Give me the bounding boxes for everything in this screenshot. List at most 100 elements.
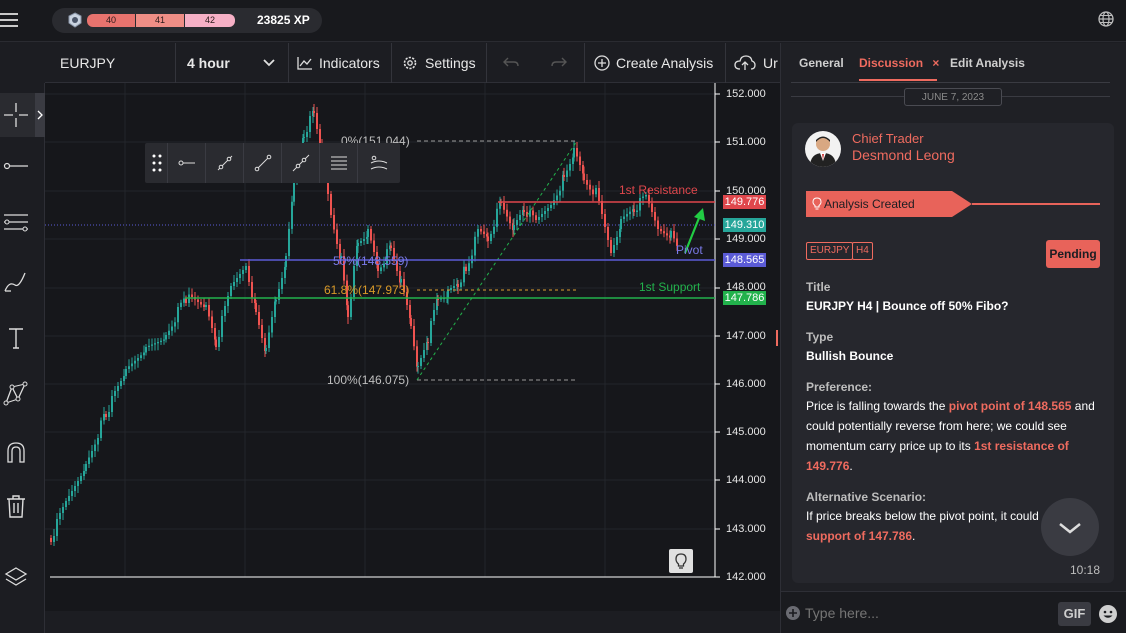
tab-edit-analysis[interactable]: Edit Analysis xyxy=(950,56,1025,70)
candle-body xyxy=(363,239,365,241)
timeframe-selector[interactable]: 4 hour xyxy=(187,43,279,83)
candle-body xyxy=(258,312,260,325)
chart-toolbar: EURJPY 4 hour Indicators Settings Create… xyxy=(45,43,780,83)
candle-body xyxy=(598,188,600,201)
candle-body xyxy=(56,519,58,536)
gif-button[interactable]: GIF xyxy=(1058,602,1091,626)
candle-body xyxy=(303,137,305,138)
layers-icon[interactable] xyxy=(3,565,29,591)
symbol-selector[interactable]: EURJPY xyxy=(60,43,115,83)
candle-body xyxy=(203,304,205,307)
candle-body xyxy=(474,236,476,256)
candle-body xyxy=(100,420,102,438)
type-value: Bullish Bounce xyxy=(806,349,894,363)
horizontal-ray-icon[interactable] xyxy=(3,153,29,179)
candle-body xyxy=(503,203,505,210)
level-badge-icon xyxy=(68,12,82,28)
candle-body xyxy=(180,302,182,307)
price-tick: 145.000 xyxy=(726,426,766,438)
emoji-icon[interactable] xyxy=(1098,604,1118,624)
close-icon[interactable]: × xyxy=(932,56,939,70)
pattern-icon[interactable] xyxy=(3,381,29,407)
level-41: 41 xyxy=(136,14,184,27)
date-separator: JUNE 7, 2023 xyxy=(904,88,1002,106)
candle-body xyxy=(306,132,308,137)
drag-handle-icon[interactable] xyxy=(152,154,162,172)
scroll-down-button[interactable] xyxy=(1041,498,1099,556)
price-chart[interactable]: 0%(151.044) 50%(148.559) 61.8%(147.973) … xyxy=(45,83,780,611)
draw-parallel-channel[interactable] xyxy=(357,143,400,183)
idea-button[interactable] xyxy=(669,549,693,573)
draw-extended-line[interactable] xyxy=(281,143,319,183)
candle-body xyxy=(245,266,247,270)
plus-circle-icon[interactable] xyxy=(785,605,801,621)
preference-text-part: . xyxy=(849,459,853,473)
chat-input-bar: GIF xyxy=(781,591,1126,633)
candle-body xyxy=(373,240,375,252)
candle-body xyxy=(427,342,429,343)
crosshair-tool[interactable] xyxy=(0,93,45,137)
candle-body xyxy=(660,229,662,232)
draw-horizontal-ray[interactable] xyxy=(167,143,205,183)
globe-icon[interactable] xyxy=(1097,10,1115,28)
candle-body xyxy=(316,113,318,129)
draw-fib-retracement[interactable] xyxy=(319,143,357,183)
candle-body xyxy=(114,391,116,396)
candle-body xyxy=(400,279,402,283)
trash-icon[interactable] xyxy=(3,493,29,519)
trend-line-icon xyxy=(217,155,233,171)
candle-body xyxy=(208,305,210,317)
undo-icon[interactable] xyxy=(503,57,519,69)
author-role: Chief Trader xyxy=(852,131,924,146)
price-tick: 144.000 xyxy=(726,474,766,486)
support-price-tag: 147.786 xyxy=(723,291,766,305)
candle-body xyxy=(360,241,362,243)
gear-icon xyxy=(403,56,417,70)
candle-body xyxy=(573,148,575,158)
candle-body xyxy=(148,345,150,347)
candle-body xyxy=(268,332,270,348)
candle-body xyxy=(529,210,531,217)
chevron-right-icon[interactable] xyxy=(35,93,45,137)
menu-icon[interactable] xyxy=(0,10,20,30)
candle-body xyxy=(367,229,369,237)
candle-body xyxy=(516,220,518,225)
magnet-icon[interactable] xyxy=(3,439,29,465)
candle-body xyxy=(610,240,612,253)
candle-body xyxy=(620,219,622,229)
avatar xyxy=(805,131,841,167)
tab-general[interactable]: General xyxy=(799,56,844,70)
xp-counter: 23825 XP xyxy=(257,13,310,27)
candle-body xyxy=(143,352,145,356)
redo-icon[interactable] xyxy=(551,57,567,69)
symbol-tag: EURJPY xyxy=(806,242,854,260)
candle-body xyxy=(151,344,153,346)
text-icon[interactable] xyxy=(3,325,29,351)
draw-line[interactable] xyxy=(243,143,281,183)
upload-button[interactable]: Ur xyxy=(734,43,780,83)
price-tick: 143.000 xyxy=(726,523,766,535)
candle-body xyxy=(123,376,125,381)
candle-body xyxy=(165,335,167,340)
brush-icon[interactable] xyxy=(3,269,29,295)
parallel-lines-icon[interactable] xyxy=(3,209,29,235)
candle-body xyxy=(236,278,238,282)
candle-body xyxy=(450,288,452,290)
draw-trend-line[interactable] xyxy=(205,143,243,183)
indicators-label: Indicators xyxy=(319,55,380,71)
chat-input[interactable] xyxy=(805,600,1045,626)
type-label: Type xyxy=(806,330,834,344)
candle-body xyxy=(248,266,250,282)
chart-line-icon xyxy=(297,57,312,70)
candle-body xyxy=(579,156,581,165)
candle-body xyxy=(410,318,412,326)
tab-discussion[interactable]: Discussion × xyxy=(859,56,939,81)
price-tick: 147.000 xyxy=(726,330,766,342)
candle-body xyxy=(347,305,349,317)
settings-label: Settings xyxy=(425,55,476,71)
candle-body xyxy=(108,412,110,417)
candle-body xyxy=(65,501,67,507)
candle-body xyxy=(125,369,127,376)
candle-body xyxy=(177,307,179,323)
candle-body xyxy=(255,303,257,312)
